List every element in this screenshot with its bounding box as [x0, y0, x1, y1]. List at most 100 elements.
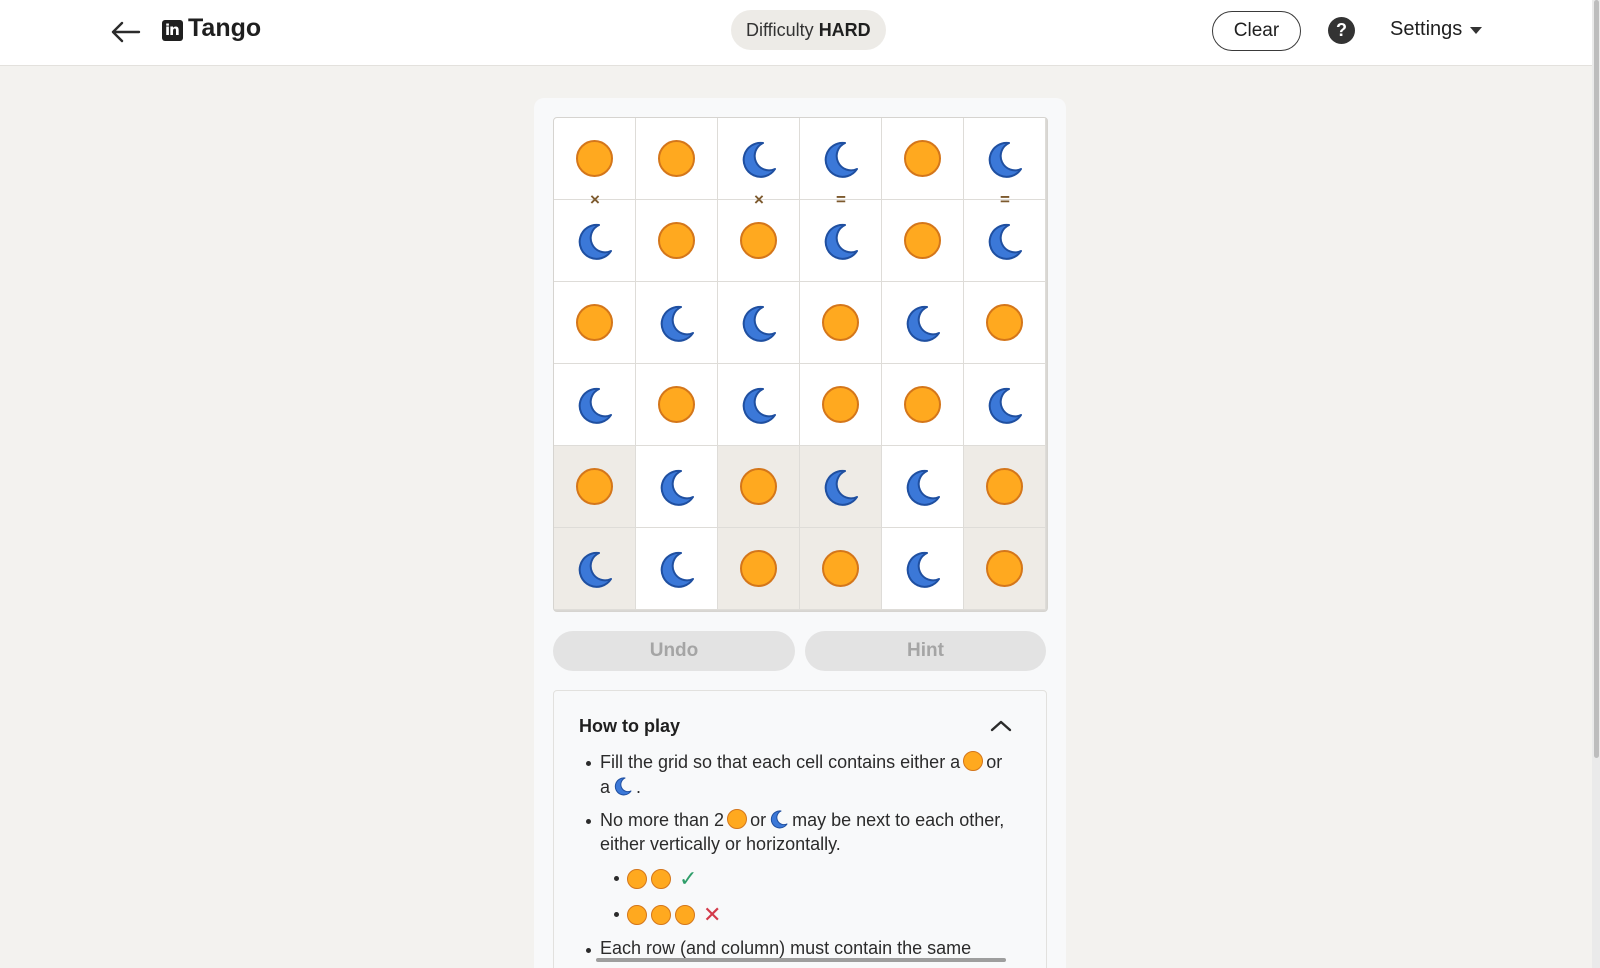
sun-icon — [740, 550, 777, 587]
rule-1-text-a: Fill the grid so that each cell contains… — [600, 752, 961, 772]
sun-icon — [904, 222, 941, 259]
moon-icon — [985, 139, 1025, 179]
undo-button[interactable]: Undo — [553, 631, 795, 671]
checkmark-icon: ✓ — [679, 866, 698, 891]
opposite-constraint-icon: × — [754, 190, 764, 209]
help-icon[interactable]: ? — [1328, 17, 1355, 44]
moon-icon — [821, 467, 861, 507]
sun-icon — [651, 869, 671, 889]
chevron-up-icon[interactable] — [988, 714, 1014, 738]
board-cell[interactable] — [554, 446, 636, 528]
sun-icon — [658, 386, 695, 423]
sun-icon — [576, 304, 613, 341]
sun-icon — [986, 304, 1023, 341]
difficulty-value: HARD — [818, 19, 871, 40]
board-cell[interactable] — [964, 200, 1046, 282]
board-cell[interactable] — [554, 200, 636, 282]
moon-icon — [985, 385, 1025, 425]
board-cell[interactable] — [800, 364, 882, 446]
board-cell[interactable] — [882, 364, 964, 446]
sun-icon — [740, 222, 777, 259]
moon-icon — [903, 467, 943, 507]
board-cell[interactable] — [964, 364, 1046, 446]
back-arrow-icon[interactable] — [108, 14, 144, 50]
moon-icon — [769, 809, 789, 834]
board-cell[interactable] — [800, 528, 882, 610]
app-title: Tango — [188, 14, 262, 42]
hint-button[interactable]: Hint — [805, 631, 1046, 671]
sun-icon — [658, 222, 695, 259]
sun-icon — [822, 386, 859, 423]
sun-icon — [651, 905, 671, 925]
board-cell[interactable] — [964, 282, 1046, 364]
board-cell[interactable] — [964, 528, 1046, 610]
moon-icon — [575, 221, 615, 261]
board-cell[interactable] — [800, 282, 882, 364]
board-cell[interactable] — [800, 200, 882, 282]
board-cell[interactable] — [554, 364, 636, 446]
sun-icon — [576, 140, 613, 177]
rule-1-text-d: . — [636, 777, 642, 797]
board-cell[interactable] — [718, 118, 800, 200]
board-cell[interactable] — [554, 282, 636, 364]
board-cell[interactable] — [718, 446, 800, 528]
sun-icon — [822, 304, 859, 341]
board-cell[interactable] — [636, 364, 718, 446]
rule-2: No more than 2 or may be next to each othe… — [600, 809, 1030, 855]
board-cell[interactable] — [636, 446, 718, 528]
bullet-dot — [586, 761, 591, 766]
board-cell[interactable] — [554, 528, 636, 610]
board-cell[interactable] — [636, 200, 718, 282]
board-cell[interactable] — [636, 118, 718, 200]
settings-dropdown[interactable]: Settings — [1390, 18, 1483, 41]
example-allowed: ✓ — [627, 866, 697, 892]
horizontal-scrollbar[interactable] — [596, 958, 1006, 962]
moon-icon — [739, 303, 779, 343]
moon-icon — [903, 549, 943, 589]
moon-icon — [821, 139, 861, 179]
sun-icon — [576, 468, 613, 505]
example-disallowed: ✕ — [627, 902, 721, 928]
board-cell[interactable] — [882, 282, 964, 364]
board-cell[interactable] — [882, 118, 964, 200]
bullet-dot — [614, 876, 619, 881]
rule-1-text-c: a — [600, 777, 611, 797]
board-cell[interactable] — [718, 364, 800, 446]
sun-icon — [627, 869, 647, 889]
board-cell[interactable] — [718, 200, 800, 282]
bullet-dot — [614, 912, 619, 917]
board-cell[interactable] — [554, 118, 636, 200]
moon-icon — [657, 549, 697, 589]
board-cell[interactable] — [800, 446, 882, 528]
vertical-scrollbar-thumb[interactable] — [1594, 0, 1599, 758]
board-cell[interactable] — [718, 528, 800, 610]
cross-icon: ✕ — [703, 902, 722, 927]
opposite-constraint-icon: × — [590, 190, 600, 209]
board-cell[interactable] — [882, 446, 964, 528]
top-bar: in Tango Difficulty HARD Clear ? Setting… — [0, 0, 1600, 66]
board-cell[interactable] — [964, 118, 1046, 200]
bullet-dot — [586, 948, 591, 953]
moon-icon — [657, 467, 697, 507]
board-cell[interactable] — [636, 528, 718, 610]
moon-icon — [739, 385, 779, 425]
rule-2-text-c: may be next to each other, — [792, 810, 1005, 830]
sun-icon — [627, 905, 647, 925]
difficulty-badge: Difficulty HARD — [731, 10, 886, 50]
board-cell[interactable] — [964, 446, 1046, 528]
board-cell[interactable] — [800, 118, 882, 200]
moon-icon — [657, 303, 697, 343]
linkedin-logo-icon: in — [162, 20, 183, 41]
board-cell[interactable] — [882, 528, 964, 610]
sun-icon — [675, 905, 695, 925]
rule-1-text-b: or — [986, 752, 1003, 772]
moon-icon — [903, 303, 943, 343]
clear-button[interactable]: Clear — [1212, 11, 1301, 51]
board-cell[interactable] — [636, 282, 718, 364]
board-cell[interactable] — [718, 282, 800, 364]
moon-icon — [575, 385, 615, 425]
equal-constraint-icon: = — [836, 190, 846, 209]
moon-icon — [575, 549, 615, 589]
moon-icon — [613, 776, 633, 801]
board-cell[interactable] — [882, 200, 964, 282]
